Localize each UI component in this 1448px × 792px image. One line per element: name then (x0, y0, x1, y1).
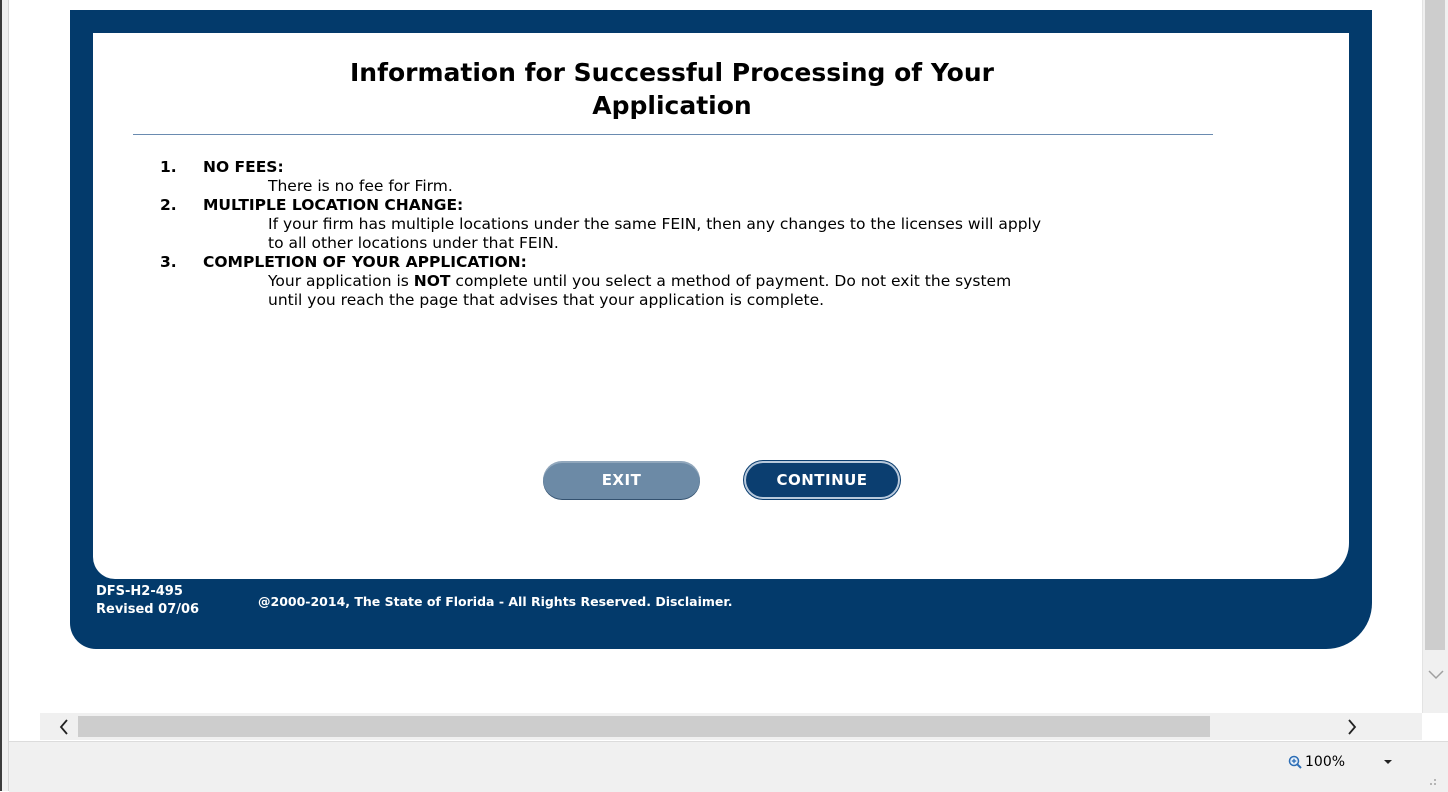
form-code: DFS-H2-495 (96, 584, 183, 599)
list-item-body: If your firm has multiple locations unde… (268, 215, 1042, 252)
list-item: 3. COMPLETION OF YOUR APPLICATION: Your a… (160, 253, 1060, 310)
list-item-number: 1. (160, 158, 177, 176)
page-title: Information for Successful Processing of… (140, 56, 1204, 122)
scroll-right-icon[interactable] (1340, 713, 1364, 740)
list-item-title: COMPLETION OF YOUR APPLICATION: (203, 253, 527, 271)
list-item-heading: 2. MULTIPLE LOCATION CHANGE: (160, 196, 1060, 215)
list-item-number: 2. (160, 196, 177, 214)
form-revision: Revised 07/06 (96, 602, 200, 617)
zoom-level: 100% (1305, 754, 1346, 770)
status-bar (9, 741, 1448, 792)
resize-grip-icon[interactable] (1424, 772, 1438, 786)
vertical-scroll-thumb[interactable] (1425, 0, 1445, 650)
list-item-title: MULTIPLE LOCATION CHANGE: (203, 196, 464, 214)
zoom-magnifier-icon (1288, 755, 1302, 769)
copyright-text[interactable]: @2000-2014, The State of Florida - All R… (258, 594, 732, 609)
list-item-heading: 1. NO FEES: (160, 158, 1060, 177)
list-item-number: 3. (160, 253, 177, 271)
title-divider (133, 134, 1213, 135)
zoom-control[interactable]: 100% (1288, 754, 1345, 770)
form-code-block: DFS-H2-495 Revised 07/06 (96, 583, 199, 619)
scroll-down-icon[interactable] (1424, 662, 1448, 688)
list-item-title: NO FEES: (203, 158, 284, 176)
list-item: 1. NO FEES: There is no fee for Firm. (160, 158, 1060, 196)
horizontal-scroll-thumb[interactable] (78, 716, 1210, 737)
body-text-emphasis: NOT (413, 272, 451, 290)
chevron-down-icon[interactable] (1383, 753, 1393, 768)
page-title-line2: Application (592, 91, 752, 120)
exit-button[interactable]: EXIT (543, 461, 700, 499)
list-item: 2. MULTIPLE LOCATION CHANGE: If your firm… (160, 196, 1060, 253)
page-title-line1: Information for Successful Processing of… (350, 58, 994, 87)
continue-button[interactable]: CONTINUE (744, 461, 900, 499)
list-item-body: Your application is NOT complete until y… (160, 272, 1050, 310)
list-item-body: There is no fee for Firm. (268, 177, 453, 195)
body-text-pre: Your application is (268, 272, 414, 290)
list-item-heading: 3. COMPLETION OF YOUR APPLICATION: (160, 253, 1060, 272)
info-list: 1. NO FEES: There is no fee for Firm. 2. M… (160, 158, 1060, 310)
window-left-edge (0, 0, 9, 791)
scroll-left-icon[interactable] (52, 713, 76, 740)
